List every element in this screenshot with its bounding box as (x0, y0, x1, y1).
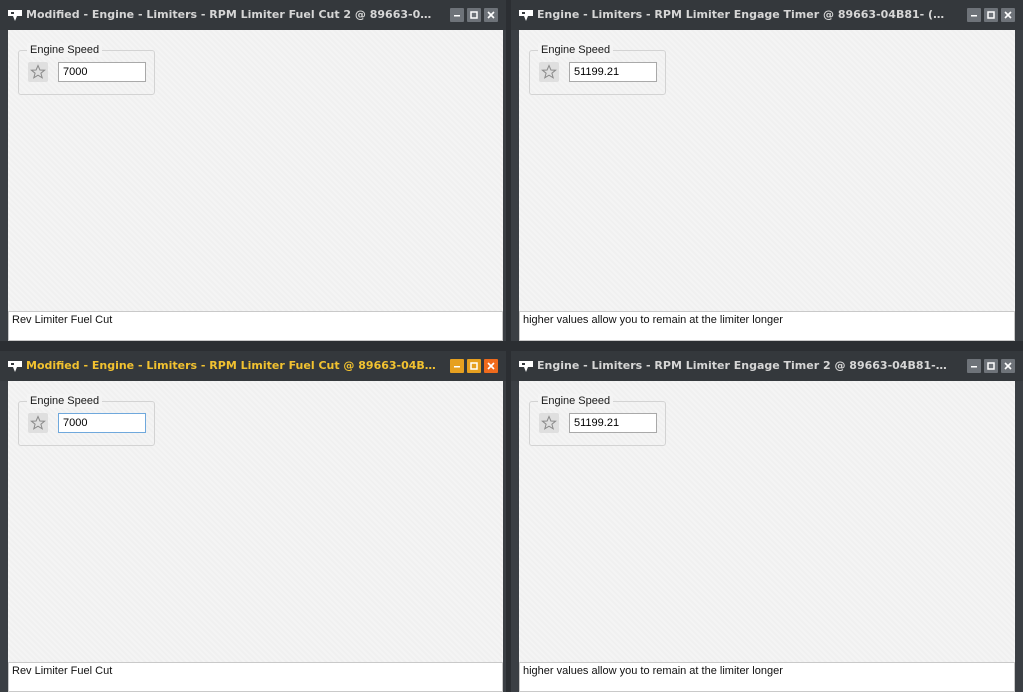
description-box: higher values allow you to remain at the… (519, 311, 1015, 341)
maximize-icon (987, 362, 995, 370)
window-title: Engine - Limiters - RPM Limiter Engage T… (537, 8, 949, 21)
star-icon (30, 415, 46, 430)
app-logo-icon (8, 10, 22, 21)
maximize-button[interactable] (984, 8, 998, 22)
group-label: Engine Speed (538, 43, 614, 57)
engine-speed-group: Engine Speed (529, 43, 666, 95)
minimize-button[interactable] (967, 359, 981, 373)
star-icon (541, 415, 557, 430)
minimize-button[interactable] (450, 8, 464, 22)
window-rpm-limiter-engage-timer-2[interactable]: Engine - Limiters - RPM Limiter Engage T… (511, 351, 1023, 692)
group-label: Engine Speed (538, 394, 614, 408)
editor-panel: Engine Speed (8, 30, 503, 311)
editor-panel: Engine Speed (519, 30, 1015, 311)
window-rpm-limiter-fuel-cut[interactable]: Modified - Engine - Limiters - RPM Limit… (0, 351, 506, 692)
favorite-button[interactable] (28, 413, 48, 433)
maximize-button[interactable] (467, 359, 481, 373)
minimize-icon (971, 15, 977, 17)
description-box: higher values allow you to remain at the… (519, 662, 1015, 692)
close-button[interactable] (484, 359, 498, 373)
maximize-icon (987, 11, 995, 19)
window-title: Engine - Limiters - RPM Limiter Engage T… (537, 359, 949, 372)
description-box: Rev Limiter Fuel Cut (8, 311, 503, 341)
title-bar[interactable]: Engine - Limiters - RPM Limiter Engage T… (511, 351, 1023, 381)
window-title: Modified - Engine - Limiters - RPM Limit… (26, 8, 438, 21)
close-button[interactable] (1001, 359, 1015, 373)
window-rpm-limiter-engage-timer[interactable]: Engine - Limiters - RPM Limiter Engage T… (511, 0, 1023, 341)
title-bar[interactable]: Modified - Engine - Limiters - RPM Limit… (0, 351, 506, 381)
engine-speed-input[interactable] (569, 413, 657, 433)
app-logo-icon (519, 361, 533, 372)
engine-speed-input[interactable] (58, 413, 146, 433)
favorite-button[interactable] (28, 62, 48, 82)
app-logo-icon (519, 10, 533, 21)
app-logo-icon (8, 361, 22, 372)
engine-speed-group: Engine Speed (18, 43, 155, 95)
favorite-button[interactable] (539, 413, 559, 433)
maximize-button[interactable] (984, 359, 998, 373)
maximize-icon (470, 362, 478, 370)
close-icon (1004, 11, 1012, 19)
star-icon (30, 64, 46, 79)
minimize-button[interactable] (450, 359, 464, 373)
close-icon (487, 362, 495, 370)
minimize-icon (971, 366, 977, 368)
maximize-button[interactable] (467, 8, 481, 22)
editor-panel: Engine Speed (519, 381, 1015, 662)
minimize-button[interactable] (967, 8, 981, 22)
close-button[interactable] (1001, 8, 1015, 22)
engine-speed-group: Engine Speed (529, 394, 666, 446)
maximize-icon (470, 11, 478, 19)
favorite-button[interactable] (539, 62, 559, 82)
engine-speed-input[interactable] (569, 62, 657, 82)
minimize-icon (454, 15, 460, 17)
group-label: Engine Speed (27, 43, 103, 57)
window-title: Modified - Engine - Limiters - RPM Limit… (26, 359, 438, 372)
engine-speed-group: Engine Speed (18, 394, 155, 446)
group-label: Engine Speed (27, 394, 103, 408)
title-bar[interactable]: Engine - Limiters - RPM Limiter Engage T… (511, 0, 1023, 30)
editor-panel: Engine Speed (8, 381, 503, 662)
minimize-icon (454, 366, 460, 368)
star-icon (541, 64, 557, 79)
engine-speed-input[interactable] (58, 62, 146, 82)
close-icon (487, 11, 495, 19)
close-button[interactable] (484, 8, 498, 22)
title-bar[interactable]: Modified - Engine - Limiters - RPM Limit… (0, 0, 506, 30)
description-box: Rev Limiter Fuel Cut (8, 662, 503, 692)
window-rpm-limiter-fuel-cut-2[interactable]: Modified - Engine - Limiters - RPM Limit… (0, 0, 506, 341)
close-icon (1004, 362, 1012, 370)
